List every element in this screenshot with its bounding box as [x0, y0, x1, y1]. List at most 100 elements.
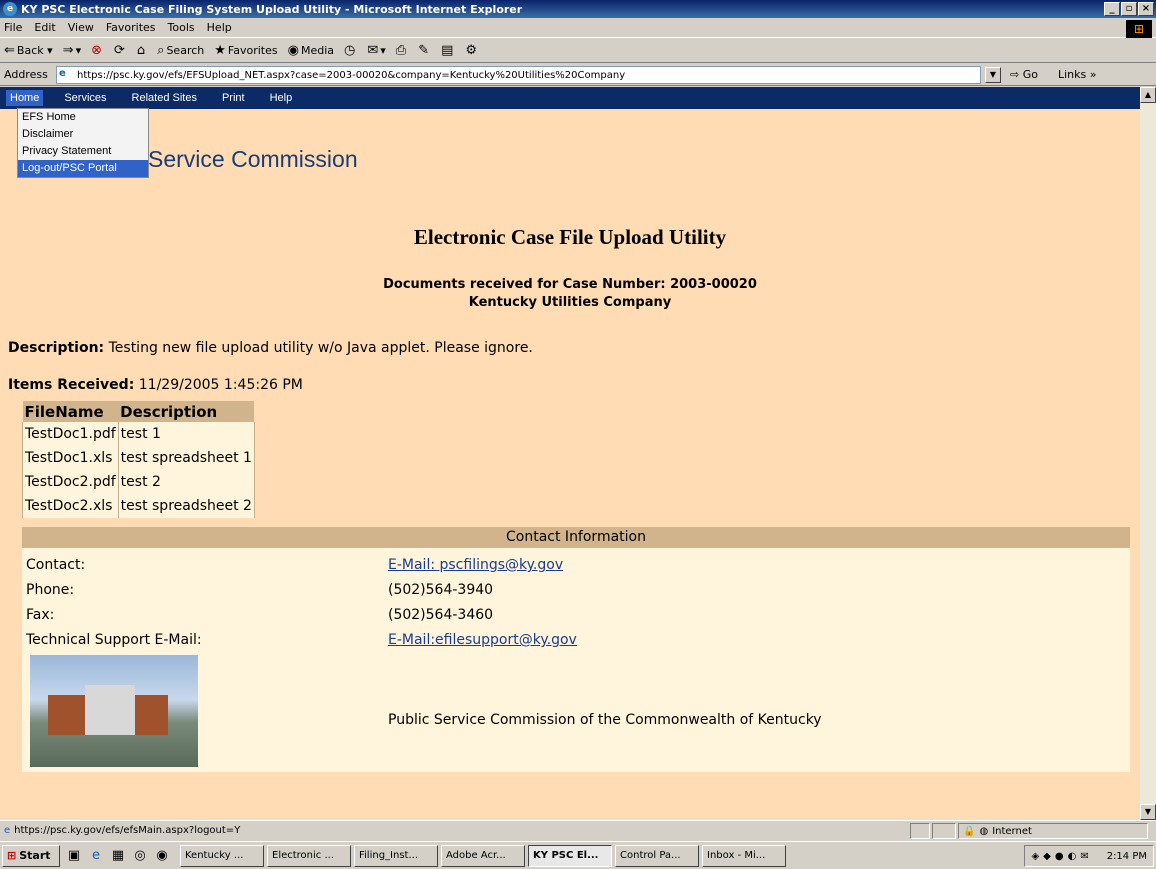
- media-button[interactable]: ◉ Media: [288, 43, 334, 58]
- menu-bar: File Edit View Favorites Tools Help: [0, 18, 1156, 38]
- file-name: TestDoc2.xls: [22, 494, 119, 518]
- files-table: FileName Description TestDoc1.pdf test 1…: [22, 401, 255, 518]
- company-name: Kentucky Utilities Company: [468, 295, 672, 310]
- table-row: TestDoc1.xls test spreadsheet 1: [22, 446, 255, 470]
- task-adobe[interactable]: Adobe Acr...: [441, 844, 525, 867]
- description-label: Description:: [8, 340, 105, 356]
- mail-button[interactable]: ✉ ▾: [367, 43, 385, 58]
- file-description: test spreadsheet 1: [118, 446, 255, 470]
- table-row: TestDoc1.pdf test 1: [22, 422, 255, 446]
- refresh-button[interactable]: ⟳: [114, 43, 127, 58]
- task-control-panel[interactable]: Control Pa...: [615, 844, 699, 867]
- window-title-bar[interactable]: e KY PSC Electronic Case Filing System U…: [0, 0, 1156, 18]
- messenger-button[interactable]: ⚙: [465, 43, 479, 58]
- menu-file[interactable]: File: [4, 21, 22, 34]
- items-received-label: Items Received:: [8, 377, 135, 393]
- file-name: TestDoc1.pdf: [22, 422, 119, 446]
- toolbar: ⇐ Back ▾ ⇒ ▾ ⊗ ⟳ ⌂ ⌕ Search ★ Favorites ◉ Med…: [0, 39, 1156, 63]
- go-arrow-icon: ⇨: [1010, 68, 1020, 81]
- dropdown-item-disclaimer[interactable]: Disclaimer: [18, 126, 148, 143]
- history-icon: ◷: [344, 43, 356, 58]
- menu-favorites[interactable]: Favorites: [106, 21, 156, 34]
- home-button[interactable]: ⌂: [137, 43, 147, 58]
- home-dropdown-menu: EFS Home Disclaimer Privacy Statement Lo…: [17, 108, 149, 178]
- favorites-button[interactable]: ★ Favorites: [214, 43, 277, 58]
- psc-building-photo: [30, 655, 198, 767]
- address-dropdown-button[interactable]: ▼: [985, 67, 1001, 83]
- window-title: KY PSC Electronic Case Filing System Upl…: [21, 2, 523, 16]
- start-button[interactable]: ⊞ Start: [2, 844, 60, 867]
- tray-icon[interactable]: ◈: [1031, 851, 1039, 862]
- task-kentucky[interactable]: Kentucky ...: [180, 844, 264, 867]
- phone-value: (502)564-3940: [388, 582, 494, 598]
- quicklaunch-media-icon[interactable]: ◉: [154, 848, 170, 864]
- forward-button[interactable]: ⇒ ▾: [63, 43, 81, 58]
- quicklaunch-ie-icon[interactable]: e: [88, 848, 104, 864]
- page-heading: Electronic Case File Upload Utility: [413, 225, 727, 249]
- quicklaunch-outlook-icon[interactable]: ◎: [132, 848, 148, 864]
- nav-home[interactable]: Home: [6, 90, 44, 106]
- scroll-down-button[interactable]: ▼: [1140, 804, 1156, 820]
- clock: 2:14 PM: [1106, 850, 1147, 862]
- edit-button[interactable]: ✎: [418, 43, 431, 58]
- quicklaunch-explorer-icon[interactable]: ▦: [110, 848, 126, 864]
- site-title: Service Commission: [148, 146, 358, 172]
- search-button[interactable]: ⌕ Search: [157, 43, 204, 58]
- address-label: Address: [4, 68, 48, 81]
- nav-related-sites[interactable]: Related Sites: [132, 92, 197, 104]
- menu-view[interactable]: View: [68, 21, 94, 34]
- task-electronic[interactable]: Electronic ...: [267, 844, 351, 867]
- description-text: Testing new file upload utility w/o Java…: [108, 340, 533, 356]
- task-inbox[interactable]: Inbox - Mi...: [702, 844, 786, 867]
- tray-mail-icon[interactable]: ✉: [1080, 851, 1088, 862]
- vertical-scrollbar[interactable]: ▲ ▼: [1140, 87, 1156, 820]
- dropdown-item-efs-home[interactable]: EFS Home: [18, 109, 148, 126]
- minimize-button[interactable]: _: [1104, 2, 1120, 16]
- footer-text: Public Service Commission of the Commonw…: [388, 712, 822, 728]
- discuss-button[interactable]: ▤: [441, 43, 455, 58]
- fax-label: Fax:: [26, 607, 55, 623]
- maximize-button[interactable]: ▫: [1121, 2, 1137, 16]
- contact-header: Contact Information: [22, 527, 1130, 548]
- go-button[interactable]: ⇨ Go: [1010, 68, 1038, 81]
- edit-icon: ✎: [418, 43, 430, 58]
- task-filing-inst[interactable]: Filing_Inst...: [354, 844, 438, 867]
- dropdown-item-privacy[interactable]: Privacy Statement: [18, 143, 148, 160]
- links-button[interactable]: Links »: [1058, 68, 1097, 81]
- tray-icon[interactable]: ◆: [1043, 851, 1051, 862]
- discuss-icon: ▤: [441, 43, 454, 58]
- close-button[interactable]: ×: [1138, 2, 1154, 16]
- nav-services[interactable]: Services: [64, 92, 106, 104]
- search-icon: ⌕: [157, 43, 165, 58]
- page-icon: e: [4, 825, 11, 836]
- file-name: TestDoc1.xls: [22, 446, 119, 470]
- quicklaunch-desktop-icon[interactable]: ▣: [66, 848, 82, 864]
- contact-email-link[interactable]: E-Mail: pscfilings@ky.gov: [388, 557, 563, 573]
- back-button[interactable]: ⇐ Back ▾: [4, 43, 53, 58]
- scroll-up-button[interactable]: ▲: [1140, 87, 1156, 103]
- tray-icon[interactable]: ●: [1055, 851, 1064, 862]
- nav-help[interactable]: Help: [270, 92, 293, 104]
- dropdown-item-logout[interactable]: Log-out/PSC Portal: [18, 160, 148, 177]
- address-input[interactable]: e https://psc.ky.gov/efs/EFSUpload_NET.a…: [56, 66, 981, 84]
- tech-support-email-link[interactable]: E-Mail:efilesupport@ky.gov: [388, 632, 577, 648]
- system-tray: ◈ ◆ ● ◐ ✉ 2:14 PM: [1024, 845, 1154, 867]
- menu-edit[interactable]: Edit: [34, 21, 55, 34]
- task-ky-psc[interactable]: KY PSC El...: [528, 844, 612, 867]
- status-url: https://psc.ky.gov/efs/efsMain.aspx?logo…: [14, 825, 241, 836]
- table-header-row: FileName Description: [22, 401, 255, 422]
- items-received-time: 11/29/2005 1:45:26 PM: [138, 377, 303, 393]
- tray-icon[interactable]: ◐: [1068, 851, 1077, 862]
- contact-information: Contact Information Contact: E-Mail: psc…: [22, 527, 1130, 772]
- print-button[interactable]: ⎙: [396, 43, 408, 58]
- nav-print[interactable]: Print: [222, 92, 245, 104]
- stop-icon: ⊗: [91, 43, 102, 58]
- menu-help[interactable]: Help: [207, 21, 232, 34]
- description: Description: Testing new file upload uti…: [8, 340, 533, 356]
- items-received: Items Received: 11/29/2005 1:45:26 PM: [8, 377, 303, 393]
- stop-button[interactable]: ⊗: [91, 43, 104, 58]
- address-url: https://psc.ky.gov/efs/EFSUpload_NET.asp…: [77, 69, 626, 81]
- menu-tools[interactable]: Tools: [168, 21, 195, 34]
- history-button[interactable]: ◷: [344, 43, 357, 58]
- refresh-icon: ⟳: [114, 43, 125, 58]
